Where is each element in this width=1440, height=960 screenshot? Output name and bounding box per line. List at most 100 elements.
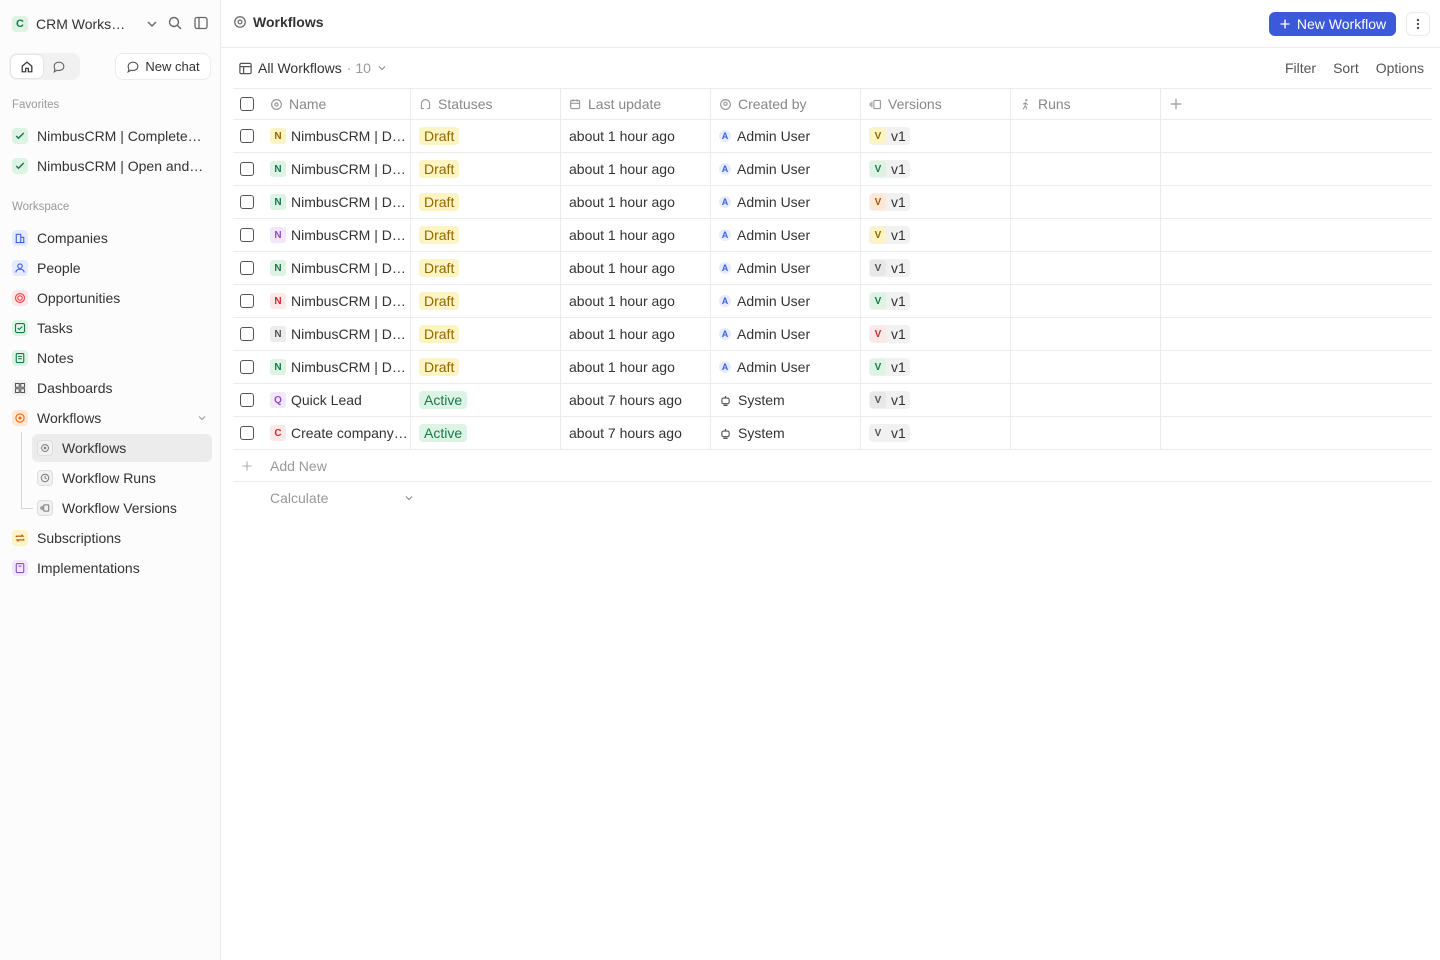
versions-cell[interactable]: V v1 <box>861 252 1011 284</box>
table-row[interactable]: N NimbusCRM | Draft Workflow Draft about… <box>233 153 1432 186</box>
last-update-cell[interactable]: about 7 hours ago <box>561 384 711 416</box>
versions-cell[interactable]: V v1 <box>861 318 1011 350</box>
row-checkbox[interactable] <box>240 360 254 374</box>
versions-cell[interactable]: V v1 <box>861 351 1011 383</box>
column-header-last-update[interactable]: Last update <box>561 89 711 119</box>
last-update-cell[interactable]: about 1 hour ago <box>561 186 711 218</box>
last-update-cell[interactable]: about 1 hour ago <box>561 219 711 251</box>
created-by-cell[interactable]: A Admin User <box>711 351 861 383</box>
last-update-cell[interactable]: about 1 hour ago <box>561 318 711 350</box>
name-cell[interactable]: N NimbusCRM | Draft Workflow <box>261 351 411 383</box>
sidebar-item-implementations[interactable]: Implementations <box>8 554 212 582</box>
row-checkbox-cell[interactable] <box>233 219 261 251</box>
row-checkbox-cell[interactable] <box>233 252 261 284</box>
status-cell[interactable]: Draft <box>411 252 561 284</box>
created-by-cell[interactable]: A Admin User <box>711 219 861 251</box>
favorite-item-completed[interactable]: NimbusCRM | Completed Deals <box>8 122 212 150</box>
name-cell[interactable]: N NimbusCRM | Draft Workflow <box>261 153 411 185</box>
row-checkbox[interactable] <box>240 162 254 176</box>
sidebar-subitem-workflow-runs[interactable]: Workflow Runs <box>32 464 212 492</box>
chat-tab[interactable] <box>43 55 75 78</box>
collapse-sidebar-icon[interactable] <box>193 15 209 31</box>
versions-cell[interactable]: V v1 <box>861 153 1011 185</box>
runs-cell[interactable] <box>1011 417 1161 449</box>
sidebar-item-workflows[interactable]: Workflows <box>8 404 212 432</box>
row-checkbox[interactable] <box>240 261 254 275</box>
sidebar-item-tasks[interactable]: Tasks <box>8 314 212 342</box>
name-cell[interactable]: N NimbusCRM | Draft Workflow <box>261 318 411 350</box>
column-header-name[interactable]: Name <box>261 89 411 119</box>
table-row[interactable]: C Create company when adding a new perso… <box>233 417 1432 450</box>
status-cell[interactable]: Draft <box>411 318 561 350</box>
home-tab[interactable] <box>11 55 43 78</box>
name-cell[interactable]: N NimbusCRM | Draft Workflow <box>261 252 411 284</box>
row-checkbox[interactable] <box>240 393 254 407</box>
created-by-cell[interactable]: A Admin User <box>711 186 861 218</box>
status-cell[interactable]: Draft <box>411 120 561 152</box>
row-checkbox-cell[interactable] <box>233 351 261 383</box>
versions-cell[interactable]: V v1 <box>861 120 1011 152</box>
last-update-cell[interactable]: about 1 hour ago <box>561 351 711 383</box>
sidebar-item-people[interactable]: People <box>8 254 212 282</box>
select-all-checkbox[interactable] <box>233 89 261 119</box>
row-checkbox-cell[interactable] <box>233 153 261 185</box>
row-checkbox[interactable] <box>240 228 254 242</box>
last-update-cell[interactable]: about 1 hour ago <box>561 153 711 185</box>
filter-button[interactable]: Filter <box>1285 60 1316 76</box>
row-checkbox[interactable] <box>240 426 254 440</box>
column-header-versions[interactable]: Versions <box>861 89 1011 119</box>
status-cell[interactable]: Draft <box>411 186 561 218</box>
search-icon[interactable] <box>167 15 183 31</box>
runs-cell[interactable] <box>1011 351 1161 383</box>
favorite-item-open[interactable]: NimbusCRM | Open and Pending <box>8 152 212 180</box>
sidebar-item-subscriptions[interactable]: Subscriptions <box>8 524 212 552</box>
table-row[interactable]: N NimbusCRM | Draft Workflow Draft about… <box>233 120 1432 153</box>
created-by-cell[interactable]: System <box>711 417 861 449</box>
column-header-runs[interactable]: Runs <box>1011 89 1161 119</box>
add-new-row-button[interactable]: Add New <box>233 450 1432 482</box>
table-row[interactable]: N NimbusCRM | Draft Workflow Draft about… <box>233 219 1432 252</box>
table-row[interactable]: N NimbusCRM | Draft Workflow Draft about… <box>233 351 1432 384</box>
runs-cell[interactable] <box>1011 120 1161 152</box>
runs-cell[interactable] <box>1011 252 1161 284</box>
runs-cell[interactable] <box>1011 219 1161 251</box>
options-button[interactable]: Options <box>1376 60 1424 76</box>
last-update-cell[interactable]: about 1 hour ago <box>561 285 711 317</box>
new-chat-button[interactable]: New chat <box>115 53 211 80</box>
sidebar-subitem-workflows[interactable]: Workflows <box>32 434 212 462</box>
last-update-cell[interactable]: about 1 hour ago <box>561 120 711 152</box>
row-checkbox-cell[interactable] <box>233 384 261 416</box>
calculate-dropdown[interactable]: Calculate <box>233 482 1432 514</box>
versions-cell[interactable]: V v1 <box>861 219 1011 251</box>
last-update-cell[interactable]: about 1 hour ago <box>561 252 711 284</box>
runs-cell[interactable] <box>1011 384 1161 416</box>
row-checkbox[interactable] <box>240 129 254 143</box>
sidebar-subitem-workflow-versions[interactable]: Workflow Versions <box>32 494 212 522</box>
status-cell[interactable]: Draft <box>411 153 561 185</box>
new-workflow-button[interactable]: New Workflow <box>1269 12 1396 36</box>
runs-cell[interactable] <box>1011 285 1161 317</box>
view-picker[interactable]: All Workflows · 10 <box>238 60 388 76</box>
name-cell[interactable]: C Create company when adding a new perso… <box>261 417 411 449</box>
column-header-statuses[interactable]: Statuses <box>411 89 561 119</box>
row-checkbox[interactable] <box>240 294 254 308</box>
chevron-down-icon[interactable] <box>196 412 208 424</box>
created-by-cell[interactable]: A Admin User <box>711 153 861 185</box>
row-checkbox-cell[interactable] <box>233 186 261 218</box>
name-cell[interactable]: N NimbusCRM | Draft Workflow <box>261 186 411 218</box>
column-header-created-by[interactable]: Created by <box>711 89 861 119</box>
sidebar-item-companies[interactable]: Companies <box>8 224 212 252</box>
checkbox[interactable] <box>240 97 254 111</box>
name-cell[interactable]: N NimbusCRM | Draft Workflow <box>261 120 411 152</box>
status-cell[interactable]: Draft <box>411 351 561 383</box>
created-by-cell[interactable]: A Admin User <box>711 120 861 152</box>
name-cell[interactable]: Q Quick Lead <box>261 384 411 416</box>
created-by-cell[interactable]: A Admin User <box>711 318 861 350</box>
add-column-button[interactable] <box>1161 89 1432 119</box>
runs-cell[interactable] <box>1011 186 1161 218</box>
row-checkbox-cell[interactable] <box>233 285 261 317</box>
more-options-button[interactable] <box>1406 12 1430 36</box>
sort-button[interactable]: Sort <box>1333 60 1359 76</box>
status-cell[interactable]: Active <box>411 417 561 449</box>
row-checkbox[interactable] <box>240 327 254 341</box>
